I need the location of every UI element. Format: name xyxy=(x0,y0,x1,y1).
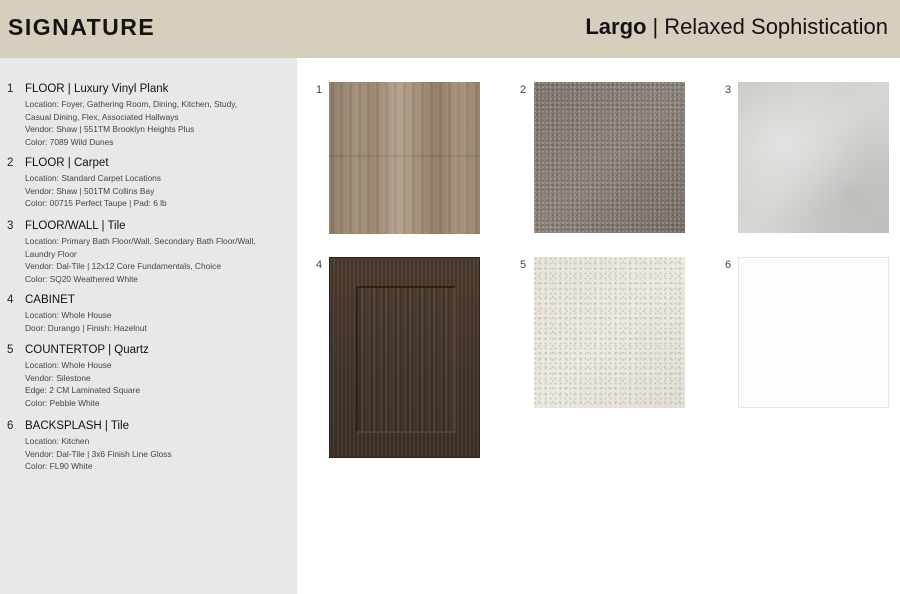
swatch-number: 1 xyxy=(316,84,323,96)
spec-item-detail: Casual Dining, Flex, Associated Hallways xyxy=(25,111,179,122)
spec-item-detail: Location: Kitchen xyxy=(25,436,90,446)
spec-item-heading: FLOOR/WALL | Tile xyxy=(25,220,126,232)
swatch-number: 6 xyxy=(725,259,732,271)
spec-item-detail: Location: Primary Bath Floor/Wall, Secon… xyxy=(25,236,256,246)
spec-item-detail: Color: 00715 Perfect Taupe | Pad: 6 lb xyxy=(25,198,167,208)
spec-item-number: 2 xyxy=(7,157,14,169)
cabinet-door-swatch xyxy=(329,257,480,458)
stone-tile-swatch xyxy=(738,82,889,233)
plan-tagline: Relaxed Sophistication xyxy=(664,14,888,39)
cabinet-door-panel xyxy=(356,286,456,433)
spec-item-detail: Vendor: Dal-Tile | 3x6 Finish Line Gloss xyxy=(25,448,172,459)
spec-item-heading: FLOOR | Carpet xyxy=(25,157,109,169)
spec-item-heading: CABINET xyxy=(25,294,75,306)
spec-item-number: 4 xyxy=(7,294,14,306)
header-band: SIGNATURE Largo | Relaxed Sophistication xyxy=(0,0,900,58)
swatch-number: 5 xyxy=(520,259,527,271)
spec-item-detail: Color: 7089 Wild Dunes xyxy=(25,136,114,147)
white-tile-swatch xyxy=(738,257,889,408)
brand-wordmark: SIGNATURE xyxy=(8,14,156,40)
spec-item-detail: Vendor: Silestone xyxy=(25,372,91,383)
spec-item-detail: Vendor: Shaw | 551TM Brooklyn Heights Pl… xyxy=(25,124,195,134)
spec-item-detail: Vendor: Shaw | 501TM Collins Bay xyxy=(25,185,155,196)
spec-item-detail: Location: Whole House xyxy=(25,360,112,370)
spec-item-number: 5 xyxy=(7,344,14,356)
swatch-number: 4 xyxy=(316,259,323,271)
spec-item-detail: Edge: 2 CM Laminated Square xyxy=(25,385,140,395)
specification-list: 1 FLOOR | Luxury Vinyl Plank Location: F… xyxy=(0,58,297,594)
spec-item-number: 1 xyxy=(7,83,14,95)
spec-item-detail: Door: Durango | Finish: Hazelnut xyxy=(25,322,147,333)
page-title: Largo | Relaxed Sophistication xyxy=(585,14,888,40)
swatch-number: 2 xyxy=(520,84,527,96)
plan-name: Largo xyxy=(585,14,647,39)
spec-item-heading: BACKSPLASH | Tile xyxy=(25,420,129,432)
swatch-number: 3 xyxy=(725,84,732,96)
carpet-swatch xyxy=(534,82,685,233)
spec-item-detail: Color: Pebble White xyxy=(25,397,100,408)
wood-plank-swatch xyxy=(329,82,480,234)
spec-item-detail: Location: Standard Carpet Locations xyxy=(25,173,161,183)
spec-item-detail: Location: Whole House xyxy=(25,310,112,320)
spec-item-detail: Color: FL90 White xyxy=(25,461,93,471)
spec-item-heading: FLOOR | Luxury Vinyl Plank xyxy=(25,83,169,95)
spec-item-detail: Laundry Floor xyxy=(25,248,77,259)
spec-item-heading: COUNTERTOP | Quartz xyxy=(25,344,149,356)
title-separator: | xyxy=(652,14,659,39)
quartz-swatch xyxy=(534,257,685,408)
spec-item-number: 6 xyxy=(7,420,14,432)
spec-item-number: 3 xyxy=(7,220,14,232)
spec-item-detail: Location: Foyer, Gathering Room, Dining,… xyxy=(25,99,238,109)
spec-item-detail: Vendor: Dal-Tile | 12x12 Core Fundamenta… xyxy=(25,261,221,271)
spec-item-detail: Color: SQ20 Weathered White xyxy=(25,273,138,284)
